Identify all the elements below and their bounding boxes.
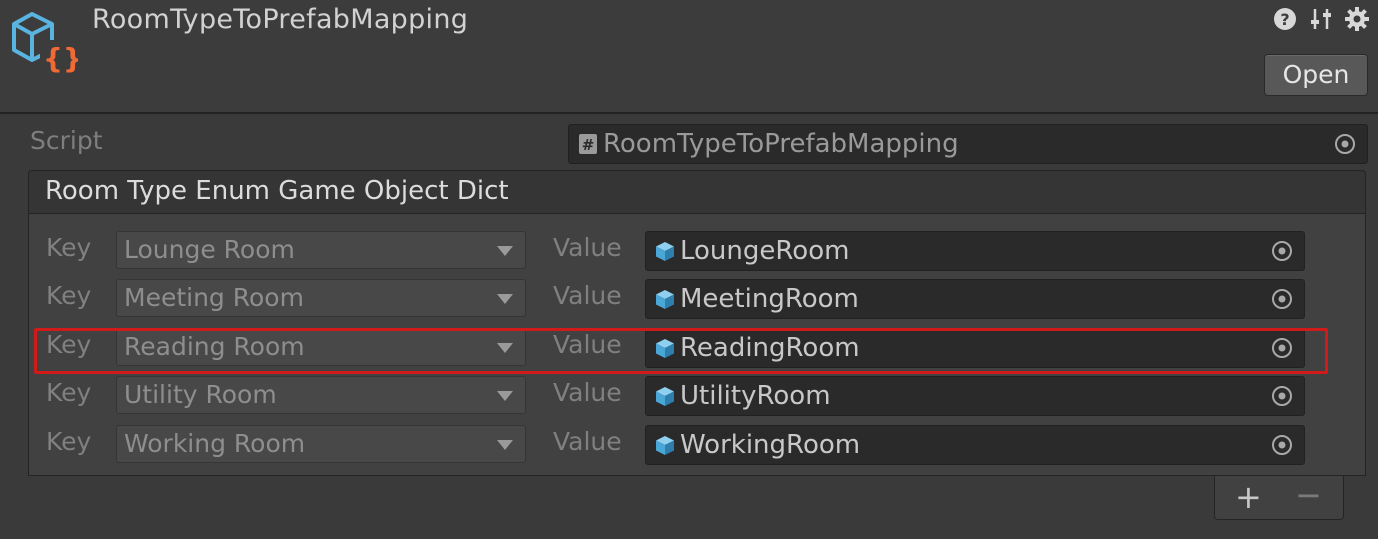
chevron-down-icon	[497, 246, 513, 256]
value-name: MeetingRoom	[680, 284, 859, 314]
script-name: RoomTypeToPrefabMapping	[603, 129, 959, 159]
settings-icon[interactable]	[1344, 6, 1370, 32]
svg-text:{}: {}	[43, 42, 78, 75]
list-footer: + −	[1214, 476, 1344, 520]
value-name: UtilityRoom	[680, 381, 831, 411]
preset-icon[interactable]	[1308, 6, 1334, 32]
list-item: Key Working Room Value WorkingRoom	[0, 422, 1378, 466]
asset-title: RoomTypeToPrefabMapping	[92, 4, 469, 35]
value-name: WorkingRoom	[680, 430, 861, 460]
value-label: Value	[553, 281, 622, 310]
value-object-field[interactable]: MeetingRoom	[645, 279, 1305, 319]
prefab-icon	[656, 387, 674, 406]
key-value: Working Room	[124, 429, 306, 458]
highlight-box	[34, 328, 1328, 374]
script-field[interactable]: # RoomTypeToPrefabMapping	[568, 124, 1368, 164]
prefab-icon	[656, 436, 674, 455]
add-element-button[interactable]: +	[1235, 478, 1262, 516]
script-icon: #	[579, 134, 597, 154]
scriptable-object-icon: {}	[12, 12, 78, 75]
key-value: Utility Room	[124, 380, 277, 409]
value-object-field[interactable]: LoungeRoom	[645, 231, 1305, 271]
svg-text:?: ?	[1280, 10, 1289, 29]
value-label: Value	[553, 378, 622, 407]
chevron-down-icon	[497, 391, 513, 401]
key-label: Key	[46, 233, 92, 262]
list-item: Key Utility Room Value UtilityRoom	[0, 373, 1378, 417]
key-dropdown[interactable]: Utility Room	[116, 376, 526, 414]
key-label: Key	[46, 427, 92, 456]
svg-text:#: #	[582, 136, 595, 154]
object-picker-icon[interactable]	[1270, 433, 1294, 457]
remove-element-button[interactable]: −	[1295, 476, 1322, 514]
chevron-down-icon	[497, 294, 513, 304]
script-label: Script	[30, 126, 103, 155]
key-value: Lounge Room	[124, 235, 295, 264]
value-object-field[interactable]: UtilityRoom	[645, 376, 1305, 416]
prefab-icon	[656, 242, 674, 261]
value-label: Value	[553, 427, 622, 456]
object-picker-icon[interactable]	[1270, 239, 1294, 263]
key-dropdown[interactable]: Lounge Room	[116, 231, 526, 269]
value-label: Value	[553, 233, 622, 262]
value-name: LoungeRoom	[680, 236, 850, 266]
inspector-header: {} RoomTypeToPrefabMapping ?	[0, 0, 1378, 114]
key-label: Key	[46, 281, 92, 310]
dict-foldout-header[interactable]: Room Type Enum Game Object Dict	[28, 170, 1366, 214]
key-value: Meeting Room	[124, 283, 304, 312]
object-picker-icon[interactable]	[1270, 287, 1294, 311]
chevron-down-icon	[497, 440, 513, 450]
dict-label: Room Type Enum Game Object Dict	[45, 176, 509, 206]
value-object-field[interactable]: WorkingRoom	[645, 425, 1305, 465]
open-button[interactable]: Open	[1264, 54, 1368, 96]
key-dropdown[interactable]: Meeting Room	[116, 279, 526, 317]
prefab-icon	[656, 290, 674, 309]
object-picker-icon[interactable]	[1270, 384, 1294, 408]
key-label: Key	[46, 378, 92, 407]
list-item: Key Lounge Room Value LoungeRoom	[0, 228, 1378, 272]
list-item: Key Meeting Room Value MeetingRoom	[0, 276, 1378, 320]
help-icon[interactable]: ?	[1272, 6, 1298, 32]
key-dropdown[interactable]: Working Room	[116, 425, 526, 463]
object-picker-icon[interactable]	[1333, 132, 1357, 156]
